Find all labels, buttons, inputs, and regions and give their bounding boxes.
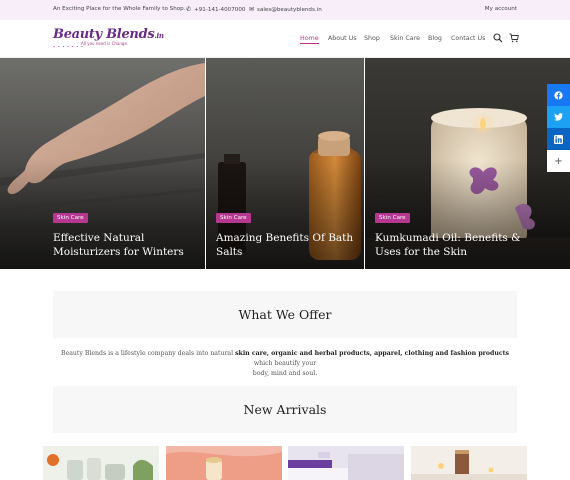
offer-line2: body, mind and soul. [252, 370, 318, 377]
what-we-offer-heading: What We Offer [238, 307, 332, 322]
hero-title-3[interactable]: Kumkumadi Oil: Benefits & Uses for the S… [375, 231, 555, 259]
offer-outro: which beautify your [253, 360, 317, 367]
what-we-offer-box: What We Offer [53, 291, 517, 338]
nav-skin-care[interactable]: Skin Care [390, 35, 420, 42]
hero-post-3[interactable]: Skin Care Kumkumadi Oil: Benefits & Uses… [365, 58, 570, 269]
cart-icon[interactable] [509, 33, 519, 43]
nav-contact[interactable]: Contact Us [451, 35, 485, 42]
facebook-icon [554, 90, 563, 100]
hero-badge-3[interactable]: Skin Care [375, 213, 410, 223]
product-card-4[interactable] [411, 446, 527, 480]
twitter-icon [554, 113, 563, 121]
nav-about[interactable]: About Us [328, 35, 357, 42]
hero-title-1[interactable]: Effective Natural Moisturizers for Winte… [53, 231, 203, 259]
hero-post-1[interactable]: Skin Care Effective Natural Moisturizers… [0, 58, 205, 269]
logo-tld: .in [154, 31, 164, 40]
hero-title-2-line2: Salts [216, 246, 243, 258]
nav-home[interactable]: Home [300, 35, 319, 44]
phone-contact[interactable]: ✆ +91-141-4007000 [186, 6, 245, 13]
phone-icon: ✆ [186, 6, 192, 13]
tagline: An Exciting Place for the Whole Family t… [53, 6, 186, 12]
product-card-1[interactable] [43, 446, 159, 480]
twitter-share-button[interactable] [547, 106, 570, 128]
nav-shop[interactable]: Shop [364, 35, 380, 42]
envelope-icon: ✉ [249, 6, 255, 13]
logo-wordmark: Beauty Blends.in [53, 27, 164, 42]
logo-dots: • • • • • • • [53, 44, 84, 49]
plus-icon: + [554, 155, 563, 167]
hero-title-2[interactable]: Amazing Benefits Of Bath Salts [216, 231, 361, 259]
search-icon[interactable] [493, 33, 503, 43]
new-arrivals-box: New Arrivals [53, 386, 517, 433]
product-card-2[interactable] [166, 446, 282, 480]
hero-slider: Skin Care Effective Natural Moisturizers… [0, 58, 570, 269]
hero-badge-2[interactable]: Skin Care [216, 213, 251, 223]
hero-post-2[interactable]: Skin Care Amazing Benefits Of Bath Salts [206, 58, 364, 269]
offer-highlight: skin care, organic and herbal products, … [235, 350, 509, 357]
product-image-4 [411, 446, 527, 480]
my-account-link[interactable]: My account [485, 6, 517, 12]
offer-intro: Beauty Blends is a lifestyle company dea… [61, 350, 236, 357]
facebook-share-button[interactable] [547, 84, 570, 106]
offer-description: Beauty Blends is a lifestyle company dea… [53, 349, 517, 379]
product-card-3[interactable] [288, 446, 404, 480]
linkedin-share-button[interactable] [547, 128, 570, 150]
product-grid [0, 446, 570, 480]
top-bar: An Exciting Place for the Whole Family t… [0, 0, 570, 20]
more-share-button[interactable]: + [547, 150, 570, 172]
logo-name: Beauty Blends [53, 27, 155, 42]
email-contact[interactable]: ✉ sales@beautyblends.in [249, 6, 322, 13]
hero-title-2-line1: Amazing Benefits Of Bath [216, 232, 354, 244]
nav-blog[interactable]: Blog [428, 35, 442, 42]
hero-title-3-line1: Kumkumadi Oil: Benefits & [375, 232, 521, 244]
hero-badge-1[interactable]: Skin Care [53, 213, 88, 223]
hero-title-1-line1: Effective Natural [53, 232, 145, 244]
new-arrivals-heading: New Arrivals [243, 402, 327, 417]
linkedin-icon [554, 134, 563, 144]
product-image-3 [288, 446, 404, 480]
hero-title-1-line2: Moisturizers for Winters [53, 246, 184, 258]
product-image-1 [43, 446, 159, 480]
site-logo[interactable]: Beauty Blends.in All you need is Change … [53, 27, 164, 49]
social-share-bar: + [547, 84, 570, 172]
phone-number: +91-141-4007000 [194, 7, 246, 13]
site-header: Beauty Blends.in All you need is Change … [0, 20, 570, 58]
product-image-2 [166, 446, 282, 480]
email-address: sales@beautyblends.in [257, 7, 322, 13]
hero-title-3-line2: Uses for the Skin [375, 246, 467, 258]
